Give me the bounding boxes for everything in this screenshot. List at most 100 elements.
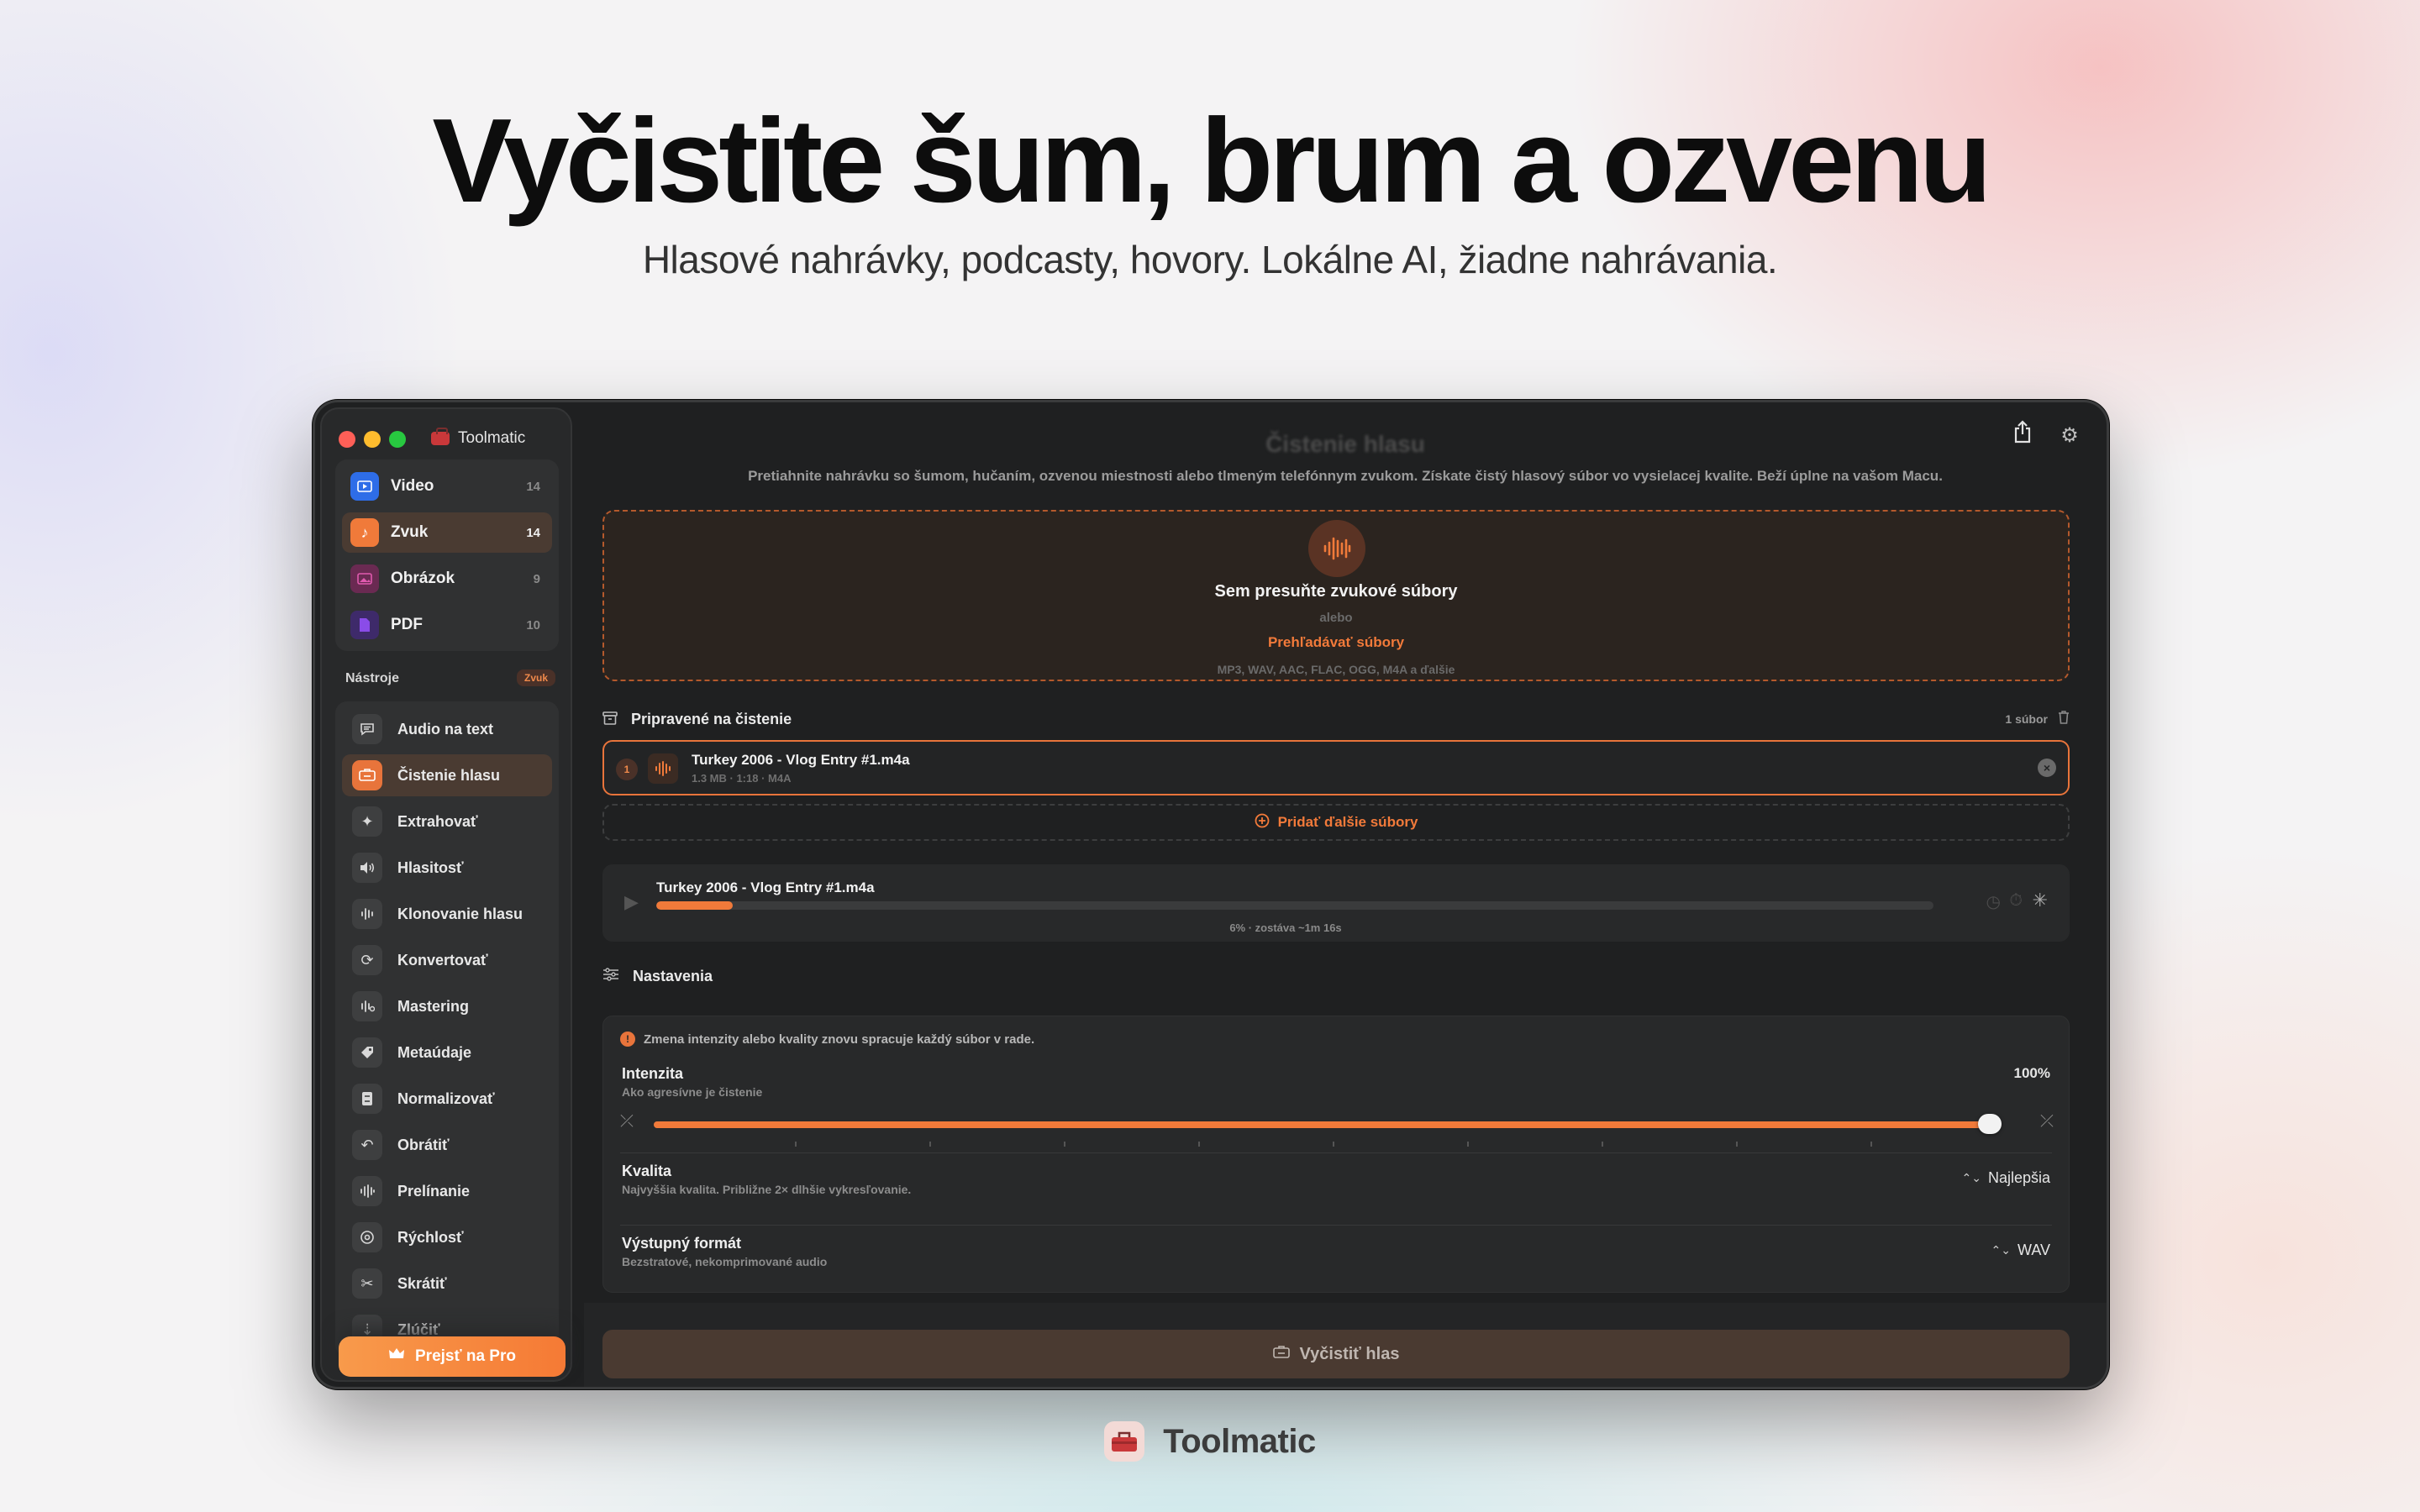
category-count: 14 [526,479,540,494]
queue-title: Pripravené na čistenie [631,710,792,727]
share-icon[interactable] [2006,419,2039,453]
browse-files-link[interactable]: Prehľadávať súbory [604,634,2068,651]
info-icon: ! [620,1032,635,1047]
file-meta: 1.3 MB · 1:18 · M4A [692,772,792,785]
quality-select[interactable]: ⌃⌄ Najlepšia [1961,1169,2050,1187]
settings-card: ! Zmena intenzity alebo kvality znovu sp… [602,1016,2070,1293]
slider-fill [654,1121,1998,1128]
tool-crossfade[interactable]: Prelínanie [342,1170,552,1212]
minimize-window-button[interactable] [364,431,381,448]
slider-tick [1064,1142,1065,1147]
format-select[interactable]: ⌃⌄ WAV [1991,1242,2050,1259]
waveform-icon [352,899,382,929]
supported-formats: MP3, WAV, AAC, FLAC, OGG, M4A a ďalšie [1217,663,1455,676]
crossfade-icon [352,1176,382,1206]
category-count: 14 [526,525,540,540]
tool-convert[interactable]: ⟳ Konvertovať [342,939,552,981]
hero-subline: Hlasové nahrávky, podcasty, hovory. Loká… [642,238,1778,281]
add-more-files-label: Pridať ďalšie súbory [1277,814,1418,830]
archive-icon [602,711,619,727]
sparkle-icon: ✦ [352,806,382,837]
category-video[interactable]: Video 14 [342,466,552,507]
sliders-icon [602,967,619,986]
slider-knob[interactable] [1978,1114,2002,1134]
file-name: Turkey 2006 - Vlog Entry #1.m4a [692,752,910,768]
updown-chevron-icon: ⌃⌄ [1991,1243,2011,1257]
tool-voice-clean[interactable]: Čistenie hlasu [342,754,552,796]
history-icon[interactable]: ◷ [1986,891,2001,912]
slider-tick [1736,1142,1738,1147]
tool-label: Prelínanie [397,1182,471,1200]
tool-label: Mastering [397,997,470,1015]
tools-category-badge: Zvuk [517,669,556,686]
settings-notice: ! Zmena intenzity alebo kvality znovu sp… [620,1032,1034,1047]
progress-fill [656,901,734,910]
normalize-icon [352,1084,382,1114]
tools-heading: Nástroje [345,671,400,685]
category-image[interactable]: Obrázok 9 [342,559,552,599]
trash-icon[interactable] [2058,710,2070,728]
format-select-value: WAV [2018,1242,2050,1258]
gear-icon[interactable]: ⚙ [2053,419,2086,453]
refresh-icon: ⟳ [352,945,382,975]
settings-title: Nastavenia [633,968,713,984]
sidebar: Toolmatic Video 14 ♪ Zvuk 14 Obrázok 9 P… [320,407,572,1382]
tool-label: Normalizovať [397,1089,495,1107]
tool-audio-to-text[interactable]: Audio na text [342,708,552,750]
category-label: PDF [391,616,423,633]
tool-volume[interactable]: Hlasitosť [342,847,552,889]
tool-mastering[interactable]: Mastering [342,985,552,1027]
tool-normalize[interactable]: Normalizovať [342,1078,552,1120]
category-list: Video 14 ♪ Zvuk 14 Obrázok 9 PDF 10 [335,459,559,651]
settings-notice-text: Zmena intenzity alebo kvality znovu spra… [644,1032,1035,1047]
tool-label: Metaúdaje [397,1043,472,1061]
divider [620,1225,2052,1226]
category-count: 10 [526,617,540,633]
tool-extract[interactable]: ✦ Extrahovať [342,801,552,843]
tool-label: Rýchlosť [397,1228,464,1246]
tool-trim[interactable]: ✂ Skrátiť [342,1263,552,1305]
app-window: Toolmatic Video 14 ♪ Zvuk 14 Obrázok 9 P… [313,400,2109,1389]
drop-zone-title: Sem presuňte zvukové súbory [1214,582,1458,601]
close-window-button[interactable] [339,431,355,448]
category-audio[interactable]: ♪ Zvuk 14 [342,512,552,553]
queue-file-row[interactable]: 1 Turkey 2006 - Vlog Entry #1.m4a 1.3 MB… [602,740,2070,795]
tool-label: Obrátiť [397,1136,450,1153]
brand-footer: Toolmatic [0,1421,2420,1462]
tool-speed[interactable]: Rýchlosť [342,1216,552,1258]
app-title: Toolmatic [431,428,525,448]
quality-select-value: Najlepšia [1987,1169,2050,1186]
toolbox-logo-icon [1104,1421,1145,1462]
category-label: Video [391,477,434,495]
pdf-icon [350,611,379,639]
quality-label: Kvalita [622,1163,672,1179]
remove-file-icon[interactable]: × [2038,759,2056,777]
play-icon[interactable]: ▶ [624,891,639,913]
tool-reverse[interactable]: ↶ Obrátiť [342,1124,552,1166]
clean-voice-button[interactable]: Vyčistiť hlas [602,1330,2070,1378]
category-pdf[interactable]: PDF 10 [342,605,552,645]
tool-voice-clone[interactable]: Klonovanie hlasu [342,893,552,935]
drop-zone[interactable]: Sem presuňte zvukové súbory alebo Prehľa… [602,510,2070,681]
slider-track [654,1121,1998,1147]
speaker-icon [352,853,382,883]
add-more-files-button[interactable]: Pridať ďalšie súbory [602,804,2070,841]
intensity-value: 100% [2013,1065,2050,1081]
slider-tick [929,1142,931,1147]
tool-metadata[interactable]: Metaúdaje [342,1032,552,1074]
queue-header: Pripravené na čistenie 1 súbor [602,706,2070,732]
zoom-window-button[interactable] [389,431,406,448]
processing-card: ▶ Turkey 2006 - Vlog Entry #1.m4a 6% · z… [602,864,2070,942]
progress-bar [656,901,1933,910]
audio-file-icon [648,753,678,784]
crown-icon [388,1347,405,1366]
slider-tick [1198,1142,1200,1147]
format-label: Výstupný formát [622,1235,742,1252]
tool-label: Konvertovať [397,951,488,969]
timer-icon[interactable]: ⏱ [2009,891,2023,911]
category-label: Obrázok [391,570,455,587]
intensity-slider[interactable]: ⤫ ⤫ [620,1110,2054,1147]
chat-bubble-icon [352,714,382,744]
upgrade-pro-button[interactable]: Prejsť na Pro [339,1336,566,1377]
quality-description: Najvyššia kvalita. Približne 2× dlhšie v… [622,1183,912,1196]
